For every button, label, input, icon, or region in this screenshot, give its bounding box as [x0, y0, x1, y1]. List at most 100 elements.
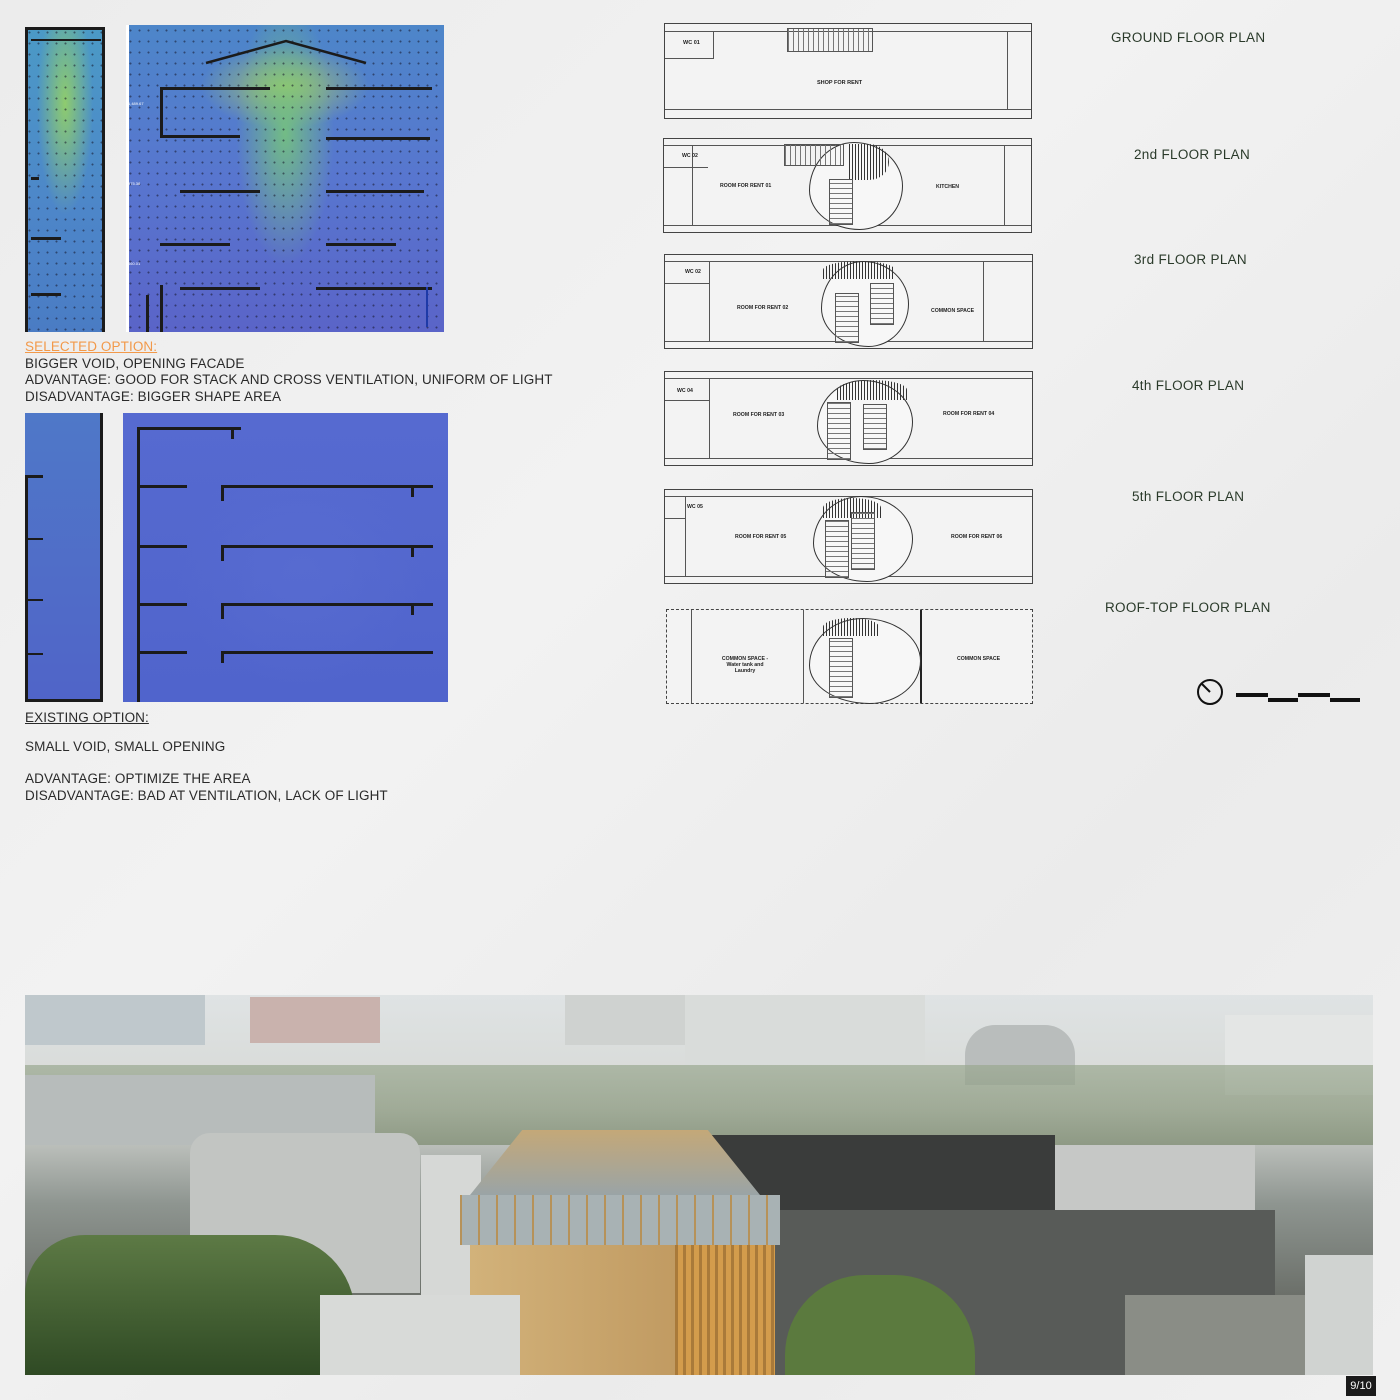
plan-title: 4th FLOOR PLAN	[1132, 378, 1245, 393]
existing-option-heading: EXISTING OPTION:	[25, 710, 149, 725]
selected-option-line: DISADVANTAGE: BIGGER SHAPE AREA	[25, 388, 282, 404]
ground-floor-plan: WC 01 SHOP FOR RENT	[664, 23, 1032, 119]
stairs	[787, 28, 873, 52]
room-label: ROOM FOR RENT 05	[735, 534, 787, 540]
selected-option-line: ADVANTAGE: GOOD FOR STACK AND CROSS VENT…	[25, 372, 553, 387]
selected-option-heading: SELECTED OPTION:	[25, 339, 158, 354]
stairs	[784, 144, 844, 166]
stairs	[829, 179, 853, 225]
selected-section-narrow-sim	[25, 27, 105, 332]
wall	[137, 485, 187, 488]
stairs	[825, 520, 849, 578]
room-label: COMMON SPACE	[931, 308, 975, 314]
stair-void-hatch	[849, 144, 889, 180]
plan-title: 3rd FLOOR PLAN	[1134, 252, 1247, 267]
wall	[221, 603, 433, 606]
selected-option-line: BIGGER VOID, OPENING FACADE	[25, 355, 245, 371]
flow-arrow-icon	[426, 287, 428, 327]
wall	[25, 599, 43, 601]
wall	[25, 653, 43, 655]
room-label: COMMON SPACE - Water tank and Laundry	[721, 656, 769, 674]
room-label: COMMON SPACE	[957, 656, 1001, 662]
wall	[137, 427, 140, 702]
room-label: ROOM FOR RENT 06	[951, 534, 1003, 540]
room-label: WC 02	[682, 153, 698, 159]
room-label: ROOM FOR RENT 04	[943, 411, 995, 417]
wall	[25, 27, 105, 30]
wall	[25, 475, 43, 478]
wall	[31, 39, 101, 41]
north-arrow-icon	[1197, 679, 1223, 705]
stairs	[827, 402, 851, 460]
wall	[137, 427, 241, 430]
existing-option-line: DISADVANTAGE: BAD AT VENTILATION, LACK O…	[25, 787, 388, 803]
wall	[160, 87, 270, 90]
stairs	[851, 512, 875, 570]
wall	[102, 27, 105, 332]
wall	[411, 485, 414, 497]
existing-option-line: SMALL VOID, SMALL OPENING	[25, 738, 226, 754]
selected-option-text: SELECTED OPTION: BIGGER VOID, OPENING FA…	[25, 339, 553, 405]
wall	[31, 177, 39, 180]
room-label: WC 01	[683, 40, 700, 46]
wall	[316, 287, 432, 290]
fourth-floor-plan: WC 04 ROOM FOR RENT 03 ROOM FOR RENT 04	[664, 371, 1033, 466]
wall	[25, 538, 43, 540]
room-label: WC 04	[677, 388, 693, 394]
second-floor-plan: WC 02 ROOM FOR RENT 01 KITCHEN	[663, 138, 1032, 233]
wall	[160, 243, 230, 246]
page-number: 9/10	[1346, 1376, 1376, 1396]
wall	[326, 137, 430, 140]
rooftop-floor-plan: COMMON SPACE - Water tank and Laundry CO…	[666, 609, 1033, 704]
level-label: 975.38	[128, 181, 141, 186]
wall	[221, 485, 433, 488]
wall	[221, 651, 224, 663]
room-label: SHOP FOR RENT	[817, 80, 863, 86]
stair-void-hatch	[823, 618, 879, 636]
wall	[180, 287, 260, 290]
wall	[411, 545, 414, 557]
wall	[146, 295, 149, 332]
stairs	[863, 404, 887, 450]
stairs	[870, 283, 894, 325]
wall	[221, 545, 433, 548]
stairs	[835, 293, 859, 343]
selected-section-sim: 1,489.67 975.38 660.01	[126, 25, 444, 332]
fifth-floor-plan: WC 05 ROOM FOR RENT 05 ROOM FOR RENT 06	[664, 489, 1033, 584]
room-label: KITCHEN	[936, 184, 960, 190]
wall	[31, 293, 61, 296]
wall	[25, 475, 28, 702]
level-label: 1,489.67	[128, 101, 144, 106]
room-label: ROOM FOR RENT 03	[733, 412, 785, 418]
wall	[31, 237, 61, 240]
wall	[326, 87, 432, 90]
wall	[326, 190, 424, 193]
stair-void-hatch	[837, 380, 907, 400]
wall	[411, 603, 414, 615]
wall	[221, 545, 224, 561]
wall	[160, 135, 240, 138]
existing-option-line: ADVANTAGE: OPTIMIZE THE AREA	[25, 771, 251, 786]
stair-void-hatch	[823, 261, 895, 279]
wall	[25, 27, 28, 332]
wall	[221, 603, 224, 619]
roof-outline	[205, 39, 367, 65]
wall	[137, 545, 187, 548]
wall	[100, 413, 103, 702]
room-label: ROOM FOR RENT 02	[737, 305, 789, 311]
wall	[25, 699, 103, 702]
wall	[231, 427, 234, 439]
wall	[180, 190, 260, 193]
wall	[126, 25, 129, 332]
third-floor-plan: WC 02 ROOM FOR RENT 02 COMMON SPACE	[664, 254, 1033, 349]
wall	[160, 87, 163, 135]
wall	[221, 651, 433, 654]
plan-title: ROOF-TOP FLOOR PLAN	[1105, 600, 1271, 615]
plan-title: GROUND FLOOR PLAN	[1111, 30, 1266, 45]
existing-section-narrow-sim	[25, 413, 103, 702]
room-label: ROOM FOR RENT 01	[720, 183, 772, 189]
room-label: WC 05	[687, 504, 703, 510]
wall	[137, 651, 187, 654]
existing-option-text: EXISTING OPTION: SMALL VOID, SMALL OPENI…	[25, 710, 388, 804]
existing-section-sim	[123, 413, 448, 702]
